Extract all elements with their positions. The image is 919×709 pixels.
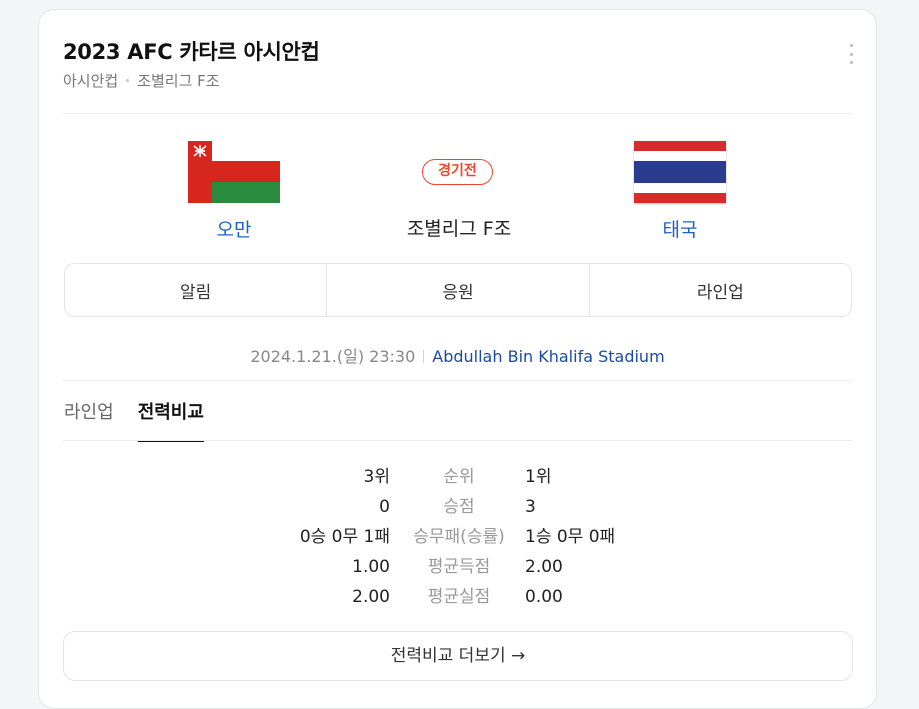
info-separator bbox=[423, 350, 425, 363]
divider bbox=[63, 440, 852, 441]
home-team[interactable]: 오만 bbox=[174, 141, 294, 242]
comparison-table: 3위 순위 1위 0 승점 3 0승 0무 1패 승무패(승률) 1승 0무 0… bbox=[39, 462, 876, 612]
match-card: 2023 AFC 카타르 아시안컵 아시안컵 조별리그 F조 오만 경기전 조별… bbox=[38, 9, 877, 709]
more-vertical-icon[interactable] bbox=[848, 44, 854, 64]
comparison-more-button[interactable]: 전력비교 더보기 → bbox=[63, 631, 853, 681]
breadcrumb-competition[interactable]: 아시안컵 bbox=[63, 70, 118, 91]
away-team[interactable]: 태국 bbox=[620, 141, 740, 242]
oman-flag-icon bbox=[188, 141, 280, 203]
away-value: 1위 bbox=[525, 467, 552, 487]
away-value: 3 bbox=[525, 497, 536, 517]
stat-label: 승점 bbox=[443, 497, 475, 517]
breadcrumb-group[interactable]: 조별리그 F조 bbox=[137, 70, 219, 91]
home-team-name[interactable]: 오만 bbox=[174, 215, 294, 242]
alarm-button[interactable]: 알림 bbox=[65, 264, 326, 316]
home-value: 0승 0무 1패 bbox=[299, 527, 390, 547]
stat-row: 0승 0무 1패 승무패(승률) 1승 0무 0패 bbox=[39, 522, 876, 552]
away-value: 2.00 bbox=[525, 557, 563, 577]
stat-row: 0 승점 3 bbox=[39, 492, 876, 522]
tab-comparison[interactable]: 전력비교 bbox=[137, 398, 204, 442]
tab-lineup[interactable]: 라인업 bbox=[64, 398, 114, 442]
away-value: 0.00 bbox=[525, 587, 563, 607]
stat-row: 3위 순위 1위 bbox=[39, 462, 876, 492]
cheer-button[interactable]: 응원 bbox=[326, 264, 588, 316]
stat-row: 2.00 평균실점 0.00 bbox=[39, 582, 876, 612]
stat-label: 승무패(승률) bbox=[413, 527, 505, 547]
match-info: 2024.1.21.(일) 23:30 Abdullah Bin Khalifa … bbox=[39, 343, 876, 367]
breadcrumb-separator bbox=[126, 79, 130, 82]
action-buttons: 알림 응원 라인업 bbox=[64, 263, 852, 317]
away-value: 1승 0무 0패 bbox=[525, 527, 616, 547]
stat-label: 순위 bbox=[443, 467, 475, 487]
divider bbox=[63, 380, 852, 381]
page-title: 2023 AFC 카타르 아시안컵 bbox=[63, 40, 320, 64]
stat-label: 평균득점 bbox=[427, 557, 491, 577]
breadcrumb: 아시안컵 조별리그 F조 bbox=[63, 70, 220, 91]
thailand-flag-icon bbox=[634, 141, 726, 203]
match-league: 조별리그 F조 bbox=[406, 218, 512, 240]
status-badge: 경기전 bbox=[422, 159, 493, 185]
tab-bar: 라인업 전력비교 bbox=[64, 398, 204, 442]
venue-link[interactable]: Abdullah Bin Khalifa Stadium bbox=[432, 347, 664, 366]
lineup-button[interactable]: 라인업 bbox=[588, 264, 851, 316]
stat-row: 1.00 평균득점 2.00 bbox=[39, 552, 876, 582]
divider bbox=[63, 113, 852, 114]
match-datetime: 2024.1.21.(일) 23:30 bbox=[250, 347, 416, 366]
away-team-name[interactable]: 태국 bbox=[620, 215, 740, 242]
stat-label: 평균실점 bbox=[427, 587, 491, 607]
